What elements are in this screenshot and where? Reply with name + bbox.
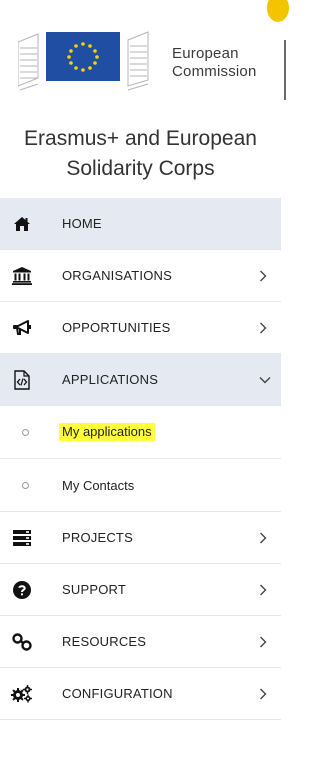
app-title: Erasmus+ and European Solidarity Corps bbox=[0, 108, 281, 198]
chevron-right-icon bbox=[260, 532, 267, 543]
app-title-line1: Erasmus+ and European bbox=[24, 127, 257, 150]
menu-item-configuration[interactable]: CONFIGURATION bbox=[0, 668, 281, 720]
menu-item-applications[interactable]: APPLICATIONS bbox=[0, 354, 281, 406]
chevron-down-icon bbox=[259, 376, 271, 383]
menu-label-resources: RESOURCES bbox=[62, 634, 147, 649]
chevron-right-icon bbox=[260, 688, 267, 699]
home-icon bbox=[2, 216, 42, 232]
menu-item-support[interactable]: SUPPORT bbox=[0, 564, 281, 616]
submenu-label-my-applications: My applications bbox=[59, 423, 155, 441]
sidebar: European Commission Erasmus+ and Europea… bbox=[0, 0, 289, 778]
server-icon bbox=[2, 529, 42, 546]
bullet-icon bbox=[22, 481, 29, 489]
menu-label-home: HOME bbox=[62, 216, 102, 231]
org-name: European Commission bbox=[172, 45, 257, 81]
menu-item-resources[interactable]: RESOURCES bbox=[0, 616, 281, 668]
menu-item-organisations[interactable]: ORGANISATIONS bbox=[0, 250, 281, 302]
submenu-item-my-contacts[interactable]: My Contacts bbox=[0, 459, 281, 512]
menu-label-applications: APPLICATIONS bbox=[62, 372, 159, 387]
chevron-right-icon bbox=[260, 270, 267, 281]
menu-label-opportunities: OPPORTUNITIES bbox=[62, 320, 171, 335]
question-circle-icon bbox=[2, 580, 42, 599]
org-name-line1: European bbox=[172, 45, 239, 62]
logo-divider bbox=[284, 40, 286, 100]
menu-label-support: SUPPORT bbox=[62, 582, 127, 597]
menu-label-configuration: CONFIGURATION bbox=[62, 686, 173, 701]
menu-item-projects[interactable]: PROJECTS bbox=[0, 512, 281, 564]
bullet-icon bbox=[22, 428, 29, 436]
chevron-right-icon bbox=[260, 636, 267, 647]
chevron-right-icon bbox=[260, 584, 267, 595]
org-name-line2: Commission bbox=[172, 63, 257, 80]
eu-flag bbox=[46, 32, 120, 81]
app-title-line2: Solidarity Corps bbox=[66, 157, 215, 180]
cogs-icon bbox=[2, 684, 42, 703]
stars-icon bbox=[67, 42, 99, 72]
megaphone-icon bbox=[2, 319, 42, 337]
menu-item-opportunities[interactable]: OPPORTUNITIES bbox=[0, 302, 281, 354]
chevron-right-icon bbox=[260, 322, 267, 333]
submenu-item-my-applications[interactable]: My applications bbox=[0, 406, 281, 459]
menu-label-projects: PROJECTS bbox=[62, 530, 133, 545]
code-file-icon bbox=[2, 369, 42, 390]
header: European Commission bbox=[0, 0, 289, 108]
link-icon bbox=[2, 632, 42, 651]
menu-label-organisations: ORGANISATIONS bbox=[62, 268, 172, 283]
bank-icon bbox=[2, 266, 42, 285]
submenu-label-my-contacts: My Contacts bbox=[62, 477, 135, 493]
menu-item-home[interactable]: HOME bbox=[0, 198, 281, 250]
european-commission-logo[interactable]: European Commission bbox=[18, 18, 286, 100]
